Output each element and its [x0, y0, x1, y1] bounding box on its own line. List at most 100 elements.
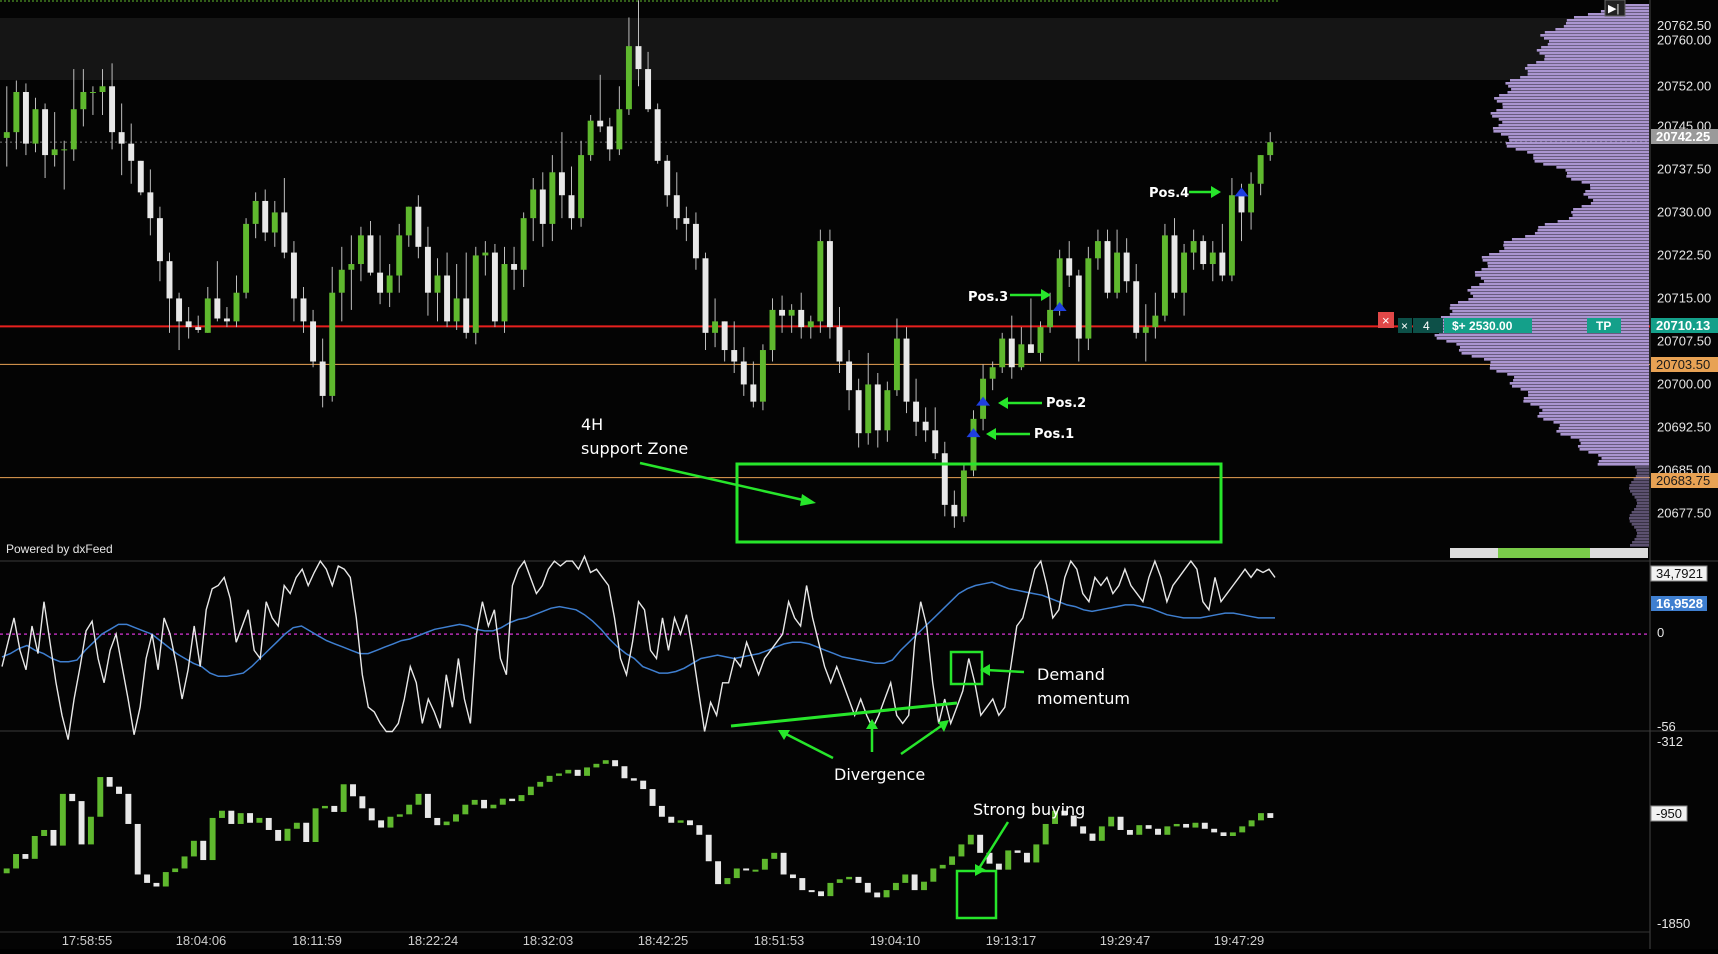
delta-bar [555, 773, 562, 776]
volume-profile-bar [1534, 232, 1649, 235]
candle [692, 223, 699, 259]
volume-profile-bar [1458, 301, 1649, 304]
volume-profile-bar [1593, 199, 1649, 202]
volume-profile-bar [1636, 502, 1649, 505]
volume-profile-bar [1470, 292, 1649, 295]
volume-profile-bar [1471, 355, 1649, 358]
volume-profile-bar [1598, 460, 1649, 463]
delta-bar [434, 817, 441, 826]
delta-bar [471, 799, 478, 805]
candle [807, 321, 814, 328]
delta-bar [247, 813, 254, 823]
candle [252, 200, 259, 224]
delta-bar [350, 784, 356, 797]
chart-canvas[interactable]: 20762.5020760.0020752.0020745.0020737.50… [0, 0, 1718, 949]
candle [683, 218, 690, 224]
delta-bar [930, 868, 937, 882]
delta-bar [162, 872, 169, 887]
volume-profile-bar [1505, 82, 1649, 85]
delta-bar [789, 874, 796, 879]
delta-bar [1014, 850, 1021, 853]
candle [51, 149, 58, 156]
volume-profile-bar [1631, 481, 1649, 484]
volume-profile-bar [1539, 412, 1649, 415]
time-tick-label: 18:04:06 [176, 933, 227, 948]
candle [1123, 252, 1130, 282]
volume-profile-bar [1533, 154, 1649, 157]
candle [539, 189, 546, 224]
delta-bar [1164, 826, 1171, 835]
volume-profile-bar [1506, 145, 1649, 148]
delta-bar [200, 840, 207, 861]
delta-bar [977, 834, 984, 853]
candle [1267, 142, 1274, 156]
candle [1257, 155, 1264, 184]
candle [846, 361, 853, 391]
volume-profile-bar [1544, 223, 1649, 226]
delta-bar [546, 775, 553, 782]
candle [616, 109, 623, 150]
candle [348, 264, 355, 270]
candle [329, 292, 336, 396]
trading-chart-screen: 20762.50 20760.00 20752.00 20745.00 20737.50… [0, 0, 1718, 949]
delta-bar [574, 769, 581, 776]
volume-profile-bar [1553, 421, 1649, 424]
delta-bar [190, 840, 197, 857]
volume-profile-bar [1503, 244, 1649, 247]
delta-bar [612, 760, 619, 767]
volume-profile-bar [1498, 124, 1649, 127]
session-shading-band [0, 18, 1650, 80]
delta-bar [864, 882, 871, 893]
candle [1008, 338, 1015, 368]
volume-profile-bar [1563, 25, 1649, 28]
delta-bar [949, 856, 956, 865]
candle [587, 120, 594, 156]
candle [654, 109, 661, 161]
volume-profile-bar [1580, 442, 1649, 445]
volume-profile-bar [1480, 277, 1649, 280]
delta-bar [1229, 832, 1236, 836]
volume-profile-bar [1571, 178, 1649, 181]
candle [176, 298, 183, 322]
delta-bar [303, 822, 310, 843]
volume-profile-bar [1581, 205, 1649, 208]
delta-bar [640, 780, 647, 790]
delta-bar [1192, 822, 1199, 828]
candle [377, 272, 384, 293]
volume-profile-bar [1452, 310, 1649, 313]
panel-toggle-button[interactable]: ▶| [1604, 0, 1626, 17]
volume-profile-bar [1523, 400, 1649, 403]
delta-bar [1183, 823, 1190, 828]
candle [999, 338, 1006, 368]
delta-bar [443, 821, 450, 826]
volume-profile-bar [1479, 283, 1649, 286]
pos2-label: Pos.2 [1046, 396, 1086, 411]
delta-bar [387, 816, 394, 828]
candle [424, 246, 431, 293]
osc-top-value: 34,7921 [1656, 566, 1703, 581]
delta-bar [1136, 825, 1143, 835]
volume-profile-bar [1481, 268, 1649, 271]
delta-bar [958, 844, 965, 857]
candle [1114, 252, 1121, 293]
candle [922, 421, 929, 431]
delta-bar [911, 874, 918, 891]
line-price-badge: 20710.13 [1651, 318, 1718, 333]
delta-bar [1173, 823, 1180, 827]
delta-value: -950 [1656, 806, 1682, 821]
volume-profile-bar [1565, 22, 1649, 25]
candle [817, 241, 824, 322]
volume-profile-bar [1636, 535, 1649, 538]
candle [788, 309, 795, 316]
candle [530, 189, 537, 219]
volume-profile-bar [1636, 529, 1649, 532]
delta-bar [1145, 825, 1152, 829]
delta-bar [284, 828, 291, 841]
volume-profile-bar [1631, 523, 1649, 526]
volume-profile-bar [1590, 184, 1649, 187]
delta-bar [1042, 823, 1049, 845]
volume-profile-bar [1499, 250, 1649, 253]
volume-profile-bar [1632, 541, 1649, 544]
volume-profile-bar [1458, 349, 1649, 352]
volume-profile-bar [1502, 121, 1649, 124]
